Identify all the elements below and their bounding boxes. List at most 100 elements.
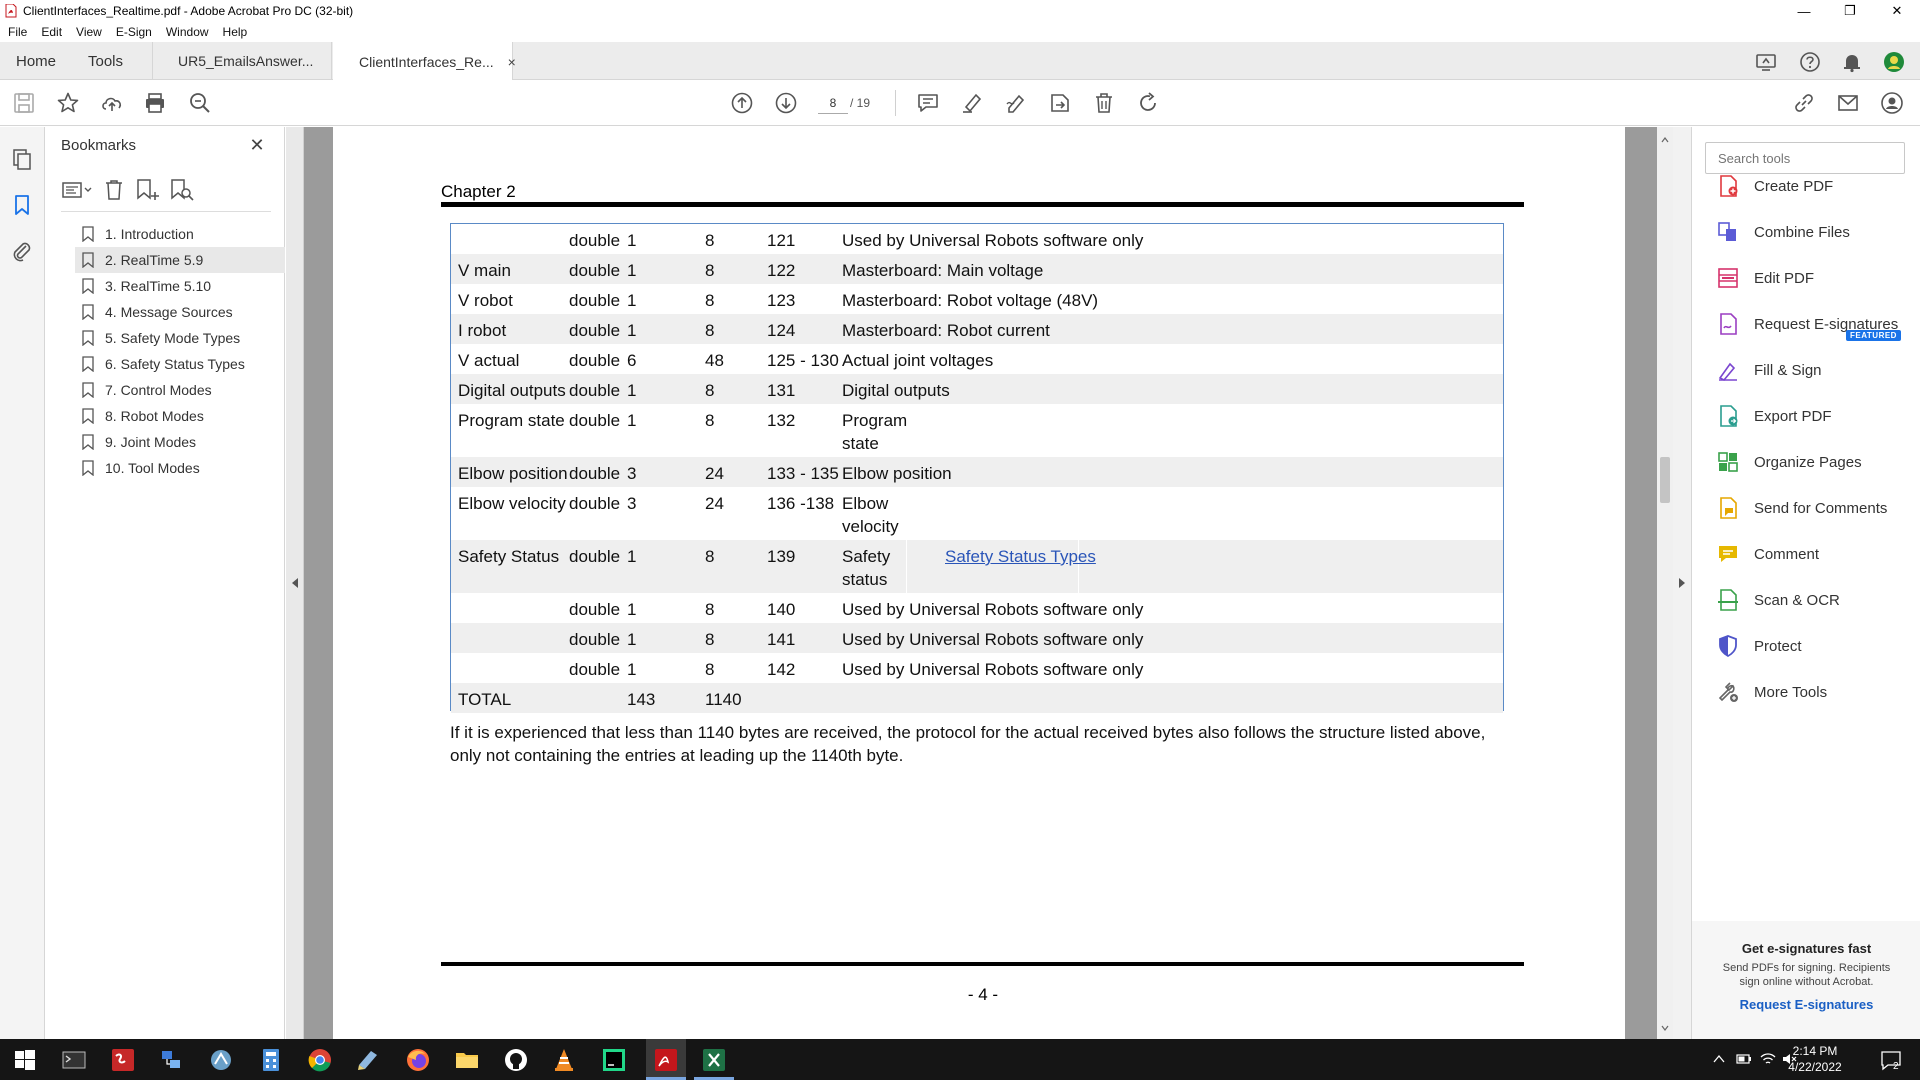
tool-label: Export PDF: [1754, 407, 1832, 425]
tab-home[interactable]: Home: [16, 42, 56, 80]
rotate-icon[interactable]: [1136, 91, 1160, 115]
cell-description: Safety status: [842, 545, 890, 591]
tool-combine-files[interactable]: Combine Files: [1716, 218, 1916, 246]
tool-send-comments[interactable]: Send for Comments: [1716, 494, 1916, 522]
tab-bar: Home Tools UR5_EmailsAnswer... ClientInt…: [0, 42, 1920, 81]
minimize-button[interactable]: —: [1781, 0, 1827, 22]
attachments-icon[interactable]: [10, 239, 34, 263]
email-icon[interactable]: [1836, 91, 1860, 115]
highlight-pen-icon[interactable]: [960, 91, 984, 115]
tool-export-pdf[interactable]: Export PDF: [1716, 402, 1916, 430]
notepad-icon[interactable]: [355, 1047, 381, 1073]
link-edit-icon[interactable]: [1792, 91, 1816, 115]
system-clock[interactable]: 2:14 PM 4/22/2022: [1783, 1043, 1847, 1075]
wifi-icon[interactable]: [1760, 1052, 1776, 1066]
bookmark-item[interactable]: 10. Tool Modes: [75, 455, 285, 481]
user-avatar[interactable]: [1883, 51, 1905, 73]
sign-icon[interactable]: [1004, 91, 1028, 115]
page-thumbnails-icon[interactable]: [10, 147, 34, 171]
fill-sign-icon: [1718, 362, 1737, 381]
pdf-page: Chapter 2 double 1 8 121 Used by Universal R…: [333, 127, 1625, 1039]
tool-fill-sign[interactable]: Fill & Sign: [1716, 356, 1916, 384]
vlc-icon[interactable]: [551, 1047, 577, 1073]
share-document-icon[interactable]: [1048, 91, 1072, 115]
bookmark-search-icon[interactable]: [167, 178, 197, 202]
tab-tools[interactable]: Tools: [88, 42, 123, 80]
tool-protect[interactable]: Protect: [1716, 632, 1916, 660]
bookmark-item-selected[interactable]: 2. RealTime 5.9: [75, 247, 285, 273]
bookmark-item[interactable]: 3. RealTime 5.10: [75, 273, 285, 299]
collapse-left-pane-handle[interactable]: [286, 127, 304, 1039]
calculator-icon[interactable]: [258, 1047, 284, 1073]
tool-comment[interactable]: Comment: [1716, 540, 1916, 568]
tab-document-clientinterfaces[interactable]: ClientInterfaces_Re... ×: [333, 42, 516, 81]
close-tab-icon[interactable]: ×: [508, 54, 516, 70]
bookmarks-panel-icon[interactable]: [10, 193, 34, 217]
page-number-input[interactable]: 8: [818, 92, 848, 114]
bookmark-item[interactable]: 7. Control Modes: [75, 377, 285, 403]
toolbar-divider: [895, 90, 896, 116]
new-bookmark-icon[interactable]: [133, 178, 163, 202]
tool-edit-pdf[interactable]: Edit PDF: [1716, 264, 1916, 292]
collapse-right-pane-handle[interactable]: [1673, 127, 1691, 1039]
comment-icon[interactable]: [916, 91, 940, 115]
bookmark-item[interactable]: 1. Introduction: [75, 221, 285, 247]
menu-file[interactable]: File: [8, 25, 27, 39]
scroll-up-icon[interactable]: [1661, 137, 1669, 143]
menu-window[interactable]: Window: [166, 25, 209, 39]
next-page-icon[interactable]: [774, 91, 798, 115]
add-user-icon[interactable]: [1880, 91, 1904, 115]
notifications-bell-icon[interactable]: [1841, 51, 1863, 73]
search-tools-input[interactable]: [1705, 142, 1905, 174]
delete-bookmark-icon[interactable]: [99, 178, 129, 202]
scroll-down-icon[interactable]: [1661, 1025, 1669, 1031]
menu-edit[interactable]: Edit: [41, 25, 62, 39]
request-esignatures-link[interactable]: Request E-signatures: [1692, 997, 1920, 1012]
tab-label: ClientInterfaces_Re...: [359, 53, 494, 70]
menu-esign[interactable]: E-Sign: [116, 25, 152, 39]
excel-icon[interactable]: [701, 1047, 727, 1073]
windows-start-icon[interactable]: [12, 1047, 38, 1073]
terminal-icon[interactable]: [61, 1047, 87, 1073]
tray-expand-icon[interactable]: [1712, 1052, 1726, 1066]
chrome-icon[interactable]: [307, 1047, 333, 1073]
scrollbar-thumb[interactable]: [1660, 457, 1670, 503]
upload-cloud-icon[interactable]: [100, 91, 124, 115]
delete-icon[interactable]: [1092, 91, 1116, 115]
save-icon[interactable]: [12, 91, 36, 115]
tool-scan-ocr[interactable]: Scan & OCR: [1716, 586, 1916, 614]
bookmark-options-icon[interactable]: [61, 178, 95, 202]
tool-create-pdf[interactable]: Create PDF: [1716, 172, 1916, 200]
bookmark-item[interactable]: 9. Joint Modes: [75, 429, 285, 455]
file-explorer-icon[interactable]: [454, 1047, 480, 1073]
bookmark-item[interactable]: 4. Message Sources: [75, 299, 285, 325]
tool-organize-pages[interactable]: Organize Pages: [1716, 448, 1916, 476]
tool-more-tools[interactable]: More Tools: [1716, 678, 1916, 706]
vertical-scrollbar[interactable]: [1657, 127, 1673, 1039]
bookmark-item[interactable]: 8. Robot Modes: [75, 403, 285, 429]
robot-app-icon[interactable]: [208, 1047, 234, 1073]
star-bookmark-icon[interactable]: [56, 91, 80, 115]
battery-icon[interactable]: [1736, 1052, 1752, 1066]
solidworks-icon[interactable]: [110, 1047, 136, 1073]
firefox-icon[interactable]: [405, 1047, 431, 1073]
previous-page-icon[interactable]: [730, 91, 754, 115]
menu-view[interactable]: View: [76, 25, 102, 39]
close-bookmarks-icon[interactable]: ✕: [247, 135, 267, 155]
safety-status-types-link[interactable]: Safety Status Types: [945, 545, 1096, 568]
tab-document-emails[interactable]: UR5_EmailsAnswer...: [152, 42, 332, 80]
help-icon[interactable]: [1799, 51, 1821, 73]
share-screen-icon[interactable]: [1755, 51, 1777, 73]
zoom-search-icon[interactable]: [188, 91, 212, 115]
menu-help[interactable]: Help: [223, 25, 248, 39]
maximize-button[interactable]: ❐: [1827, 0, 1873, 22]
bookmark-item[interactable]: 6. Safety Status Types: [75, 351, 285, 377]
cell-name: V actual: [458, 351, 520, 370]
github-desktop-icon[interactable]: [503, 1047, 529, 1073]
print-icon[interactable]: [143, 91, 167, 115]
close-window-button[interactable]: ✕: [1874, 0, 1920, 22]
acrobat-taskbar-icon[interactable]: [653, 1047, 679, 1073]
pycharm-icon[interactable]: [601, 1047, 627, 1073]
bookmark-item[interactable]: 5. Safety Mode Types: [75, 325, 285, 351]
network-app-icon[interactable]: [158, 1047, 184, 1073]
